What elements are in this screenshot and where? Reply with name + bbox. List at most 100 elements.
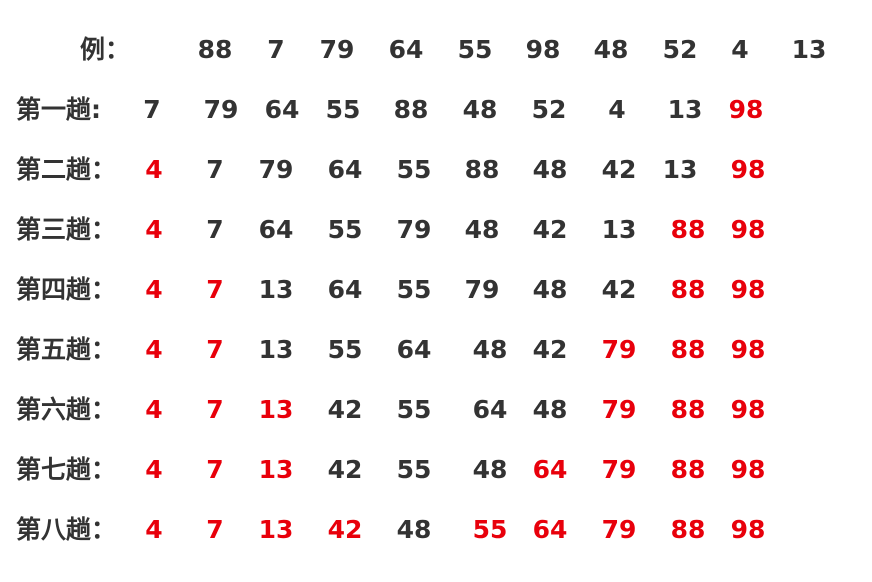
value-cell: 55 bbox=[396, 155, 432, 184]
value-cell: 7 bbox=[206, 155, 224, 184]
sorted-value: 13 bbox=[258, 455, 294, 484]
sorted-value: 79 bbox=[601, 455, 637, 484]
sorted-value: 98 bbox=[730, 215, 766, 244]
sorted-value: 13 bbox=[258, 515, 294, 544]
row-label: 第五趟： bbox=[16, 335, 117, 364]
sorted-value: 98 bbox=[730, 455, 766, 484]
value-cell: 55 bbox=[327, 335, 363, 364]
value-cell: 52 bbox=[531, 95, 567, 124]
pass-row-7: 第七趟： 4 7 13 42 55 48 64 79 88 98 bbox=[0, 450, 872, 490]
value-cell: 64 bbox=[258, 215, 294, 244]
sorted-value: 4 bbox=[145, 455, 163, 484]
value-cell: 64 bbox=[264, 95, 300, 124]
value-cell: 13 bbox=[258, 275, 294, 304]
value-cell: 42 bbox=[532, 335, 568, 364]
value-cell: 7 bbox=[267, 35, 285, 64]
sorted-value: 98 bbox=[730, 335, 766, 364]
sorted-value: 4 bbox=[145, 515, 163, 544]
sorted-value: 7 bbox=[206, 335, 224, 364]
sorted-value: 64 bbox=[532, 455, 568, 484]
value-cell: 4 bbox=[731, 35, 749, 64]
pass-row-3: 第三趟： 4 7 64 55 79 48 42 13 88 98 bbox=[0, 210, 872, 250]
sorted-value: 98 bbox=[728, 95, 764, 124]
example-row: 例： 88 7 79 64 55 98 48 52 4 13 bbox=[0, 30, 872, 70]
sorted-value: 98 bbox=[730, 395, 766, 424]
sorted-value: 88 bbox=[670, 395, 706, 424]
pass-row-1: 第一趟: 7 79 64 55 88 48 52 4 13 98 bbox=[0, 90, 872, 130]
sorted-value: 4 bbox=[145, 335, 163, 364]
value-cell: 13 bbox=[667, 95, 703, 124]
value-cell: 7 bbox=[206, 215, 224, 244]
value-cell: 55 bbox=[396, 455, 432, 484]
value-cell: 52 bbox=[662, 35, 698, 64]
value-cell: 48 bbox=[472, 335, 508, 364]
sorted-value: 98 bbox=[730, 515, 766, 544]
value-cell: 64 bbox=[388, 35, 424, 64]
value-cell: 48 bbox=[532, 155, 568, 184]
sorted-value: 88 bbox=[670, 215, 706, 244]
sorted-value: 79 bbox=[601, 335, 637, 364]
value-cell: 55 bbox=[396, 395, 432, 424]
value-cell: 13 bbox=[791, 35, 827, 64]
sorted-value: 79 bbox=[601, 395, 637, 424]
value-cell: 79 bbox=[258, 155, 294, 184]
sorted-value: 64 bbox=[532, 515, 568, 544]
value-cell: 48 bbox=[532, 395, 568, 424]
value-cell: 48 bbox=[462, 95, 498, 124]
pass-row-5: 第五趟： 4 7 13 55 64 48 42 79 88 98 bbox=[0, 330, 872, 370]
value-cell: 79 bbox=[464, 275, 500, 304]
value-cell: 13 bbox=[258, 335, 294, 364]
value-cell: 55 bbox=[327, 215, 363, 244]
sorted-value: 4 bbox=[145, 155, 163, 184]
value-cell: 64 bbox=[327, 155, 363, 184]
value-cell: 4 bbox=[608, 95, 626, 124]
value-cell: 48 bbox=[593, 35, 629, 64]
sorted-value: 4 bbox=[145, 275, 163, 304]
pass-row-6: 第六趟： 4 7 13 42 55 64 48 79 88 98 bbox=[0, 390, 872, 430]
sorted-value: 88 bbox=[670, 335, 706, 364]
sorted-value: 4 bbox=[145, 215, 163, 244]
sorted-value: 55 bbox=[472, 515, 508, 544]
sorted-value: 98 bbox=[730, 155, 766, 184]
sorted-value: 88 bbox=[670, 275, 706, 304]
sorted-value: 42 bbox=[327, 515, 363, 544]
value-cell: 98 bbox=[525, 35, 561, 64]
row-label: 第六趟： bbox=[16, 395, 117, 424]
value-cell: 55 bbox=[325, 95, 361, 124]
value-cell: 42 bbox=[532, 215, 568, 244]
sorted-value: 79 bbox=[601, 515, 637, 544]
value-cell: 88 bbox=[464, 155, 500, 184]
value-cell: 13 bbox=[662, 155, 698, 184]
sorted-value: 88 bbox=[670, 515, 706, 544]
sorted-value: 13 bbox=[258, 395, 294, 424]
value-cell: 48 bbox=[464, 215, 500, 244]
sorted-value: 7 bbox=[206, 275, 224, 304]
sorting-passes-table: 例： 88 7 79 64 55 98 48 52 4 13 第一趟: 7 79 64 55 88 48 52 4 13… bbox=[0, 0, 872, 582]
value-cell: 42 bbox=[327, 395, 363, 424]
pass-row-2: 第二趟： 4 7 79 64 55 88 48 42 13 98 bbox=[0, 150, 872, 190]
value-cell: 64 bbox=[327, 275, 363, 304]
sorted-value: 7 bbox=[206, 455, 224, 484]
value-cell: 42 bbox=[327, 455, 363, 484]
row-label: 第八趟： bbox=[16, 515, 117, 544]
value-cell: 64 bbox=[396, 335, 432, 364]
value-cell: 7 bbox=[143, 95, 161, 124]
sorted-value: 7 bbox=[206, 395, 224, 424]
value-cell: 88 bbox=[197, 35, 233, 64]
sorted-value: 88 bbox=[670, 455, 706, 484]
value-cell: 79 bbox=[319, 35, 355, 64]
row-label: 第三趟： bbox=[16, 215, 117, 244]
sorted-value: 98 bbox=[730, 275, 766, 304]
row-label: 第七趟： bbox=[16, 455, 117, 484]
sorted-value: 4 bbox=[145, 395, 163, 424]
value-cell: 64 bbox=[472, 395, 508, 424]
row-label: 第四趟： bbox=[16, 275, 117, 304]
row-label: 例： bbox=[80, 35, 131, 64]
value-cell: 48 bbox=[532, 275, 568, 304]
value-cell: 55 bbox=[457, 35, 493, 64]
pass-row-4: 第四趟： 4 7 13 64 55 79 48 42 88 98 bbox=[0, 270, 872, 310]
value-cell: 79 bbox=[203, 95, 239, 124]
value-cell: 13 bbox=[601, 215, 637, 244]
value-cell: 55 bbox=[396, 275, 432, 304]
value-cell: 42 bbox=[601, 155, 637, 184]
